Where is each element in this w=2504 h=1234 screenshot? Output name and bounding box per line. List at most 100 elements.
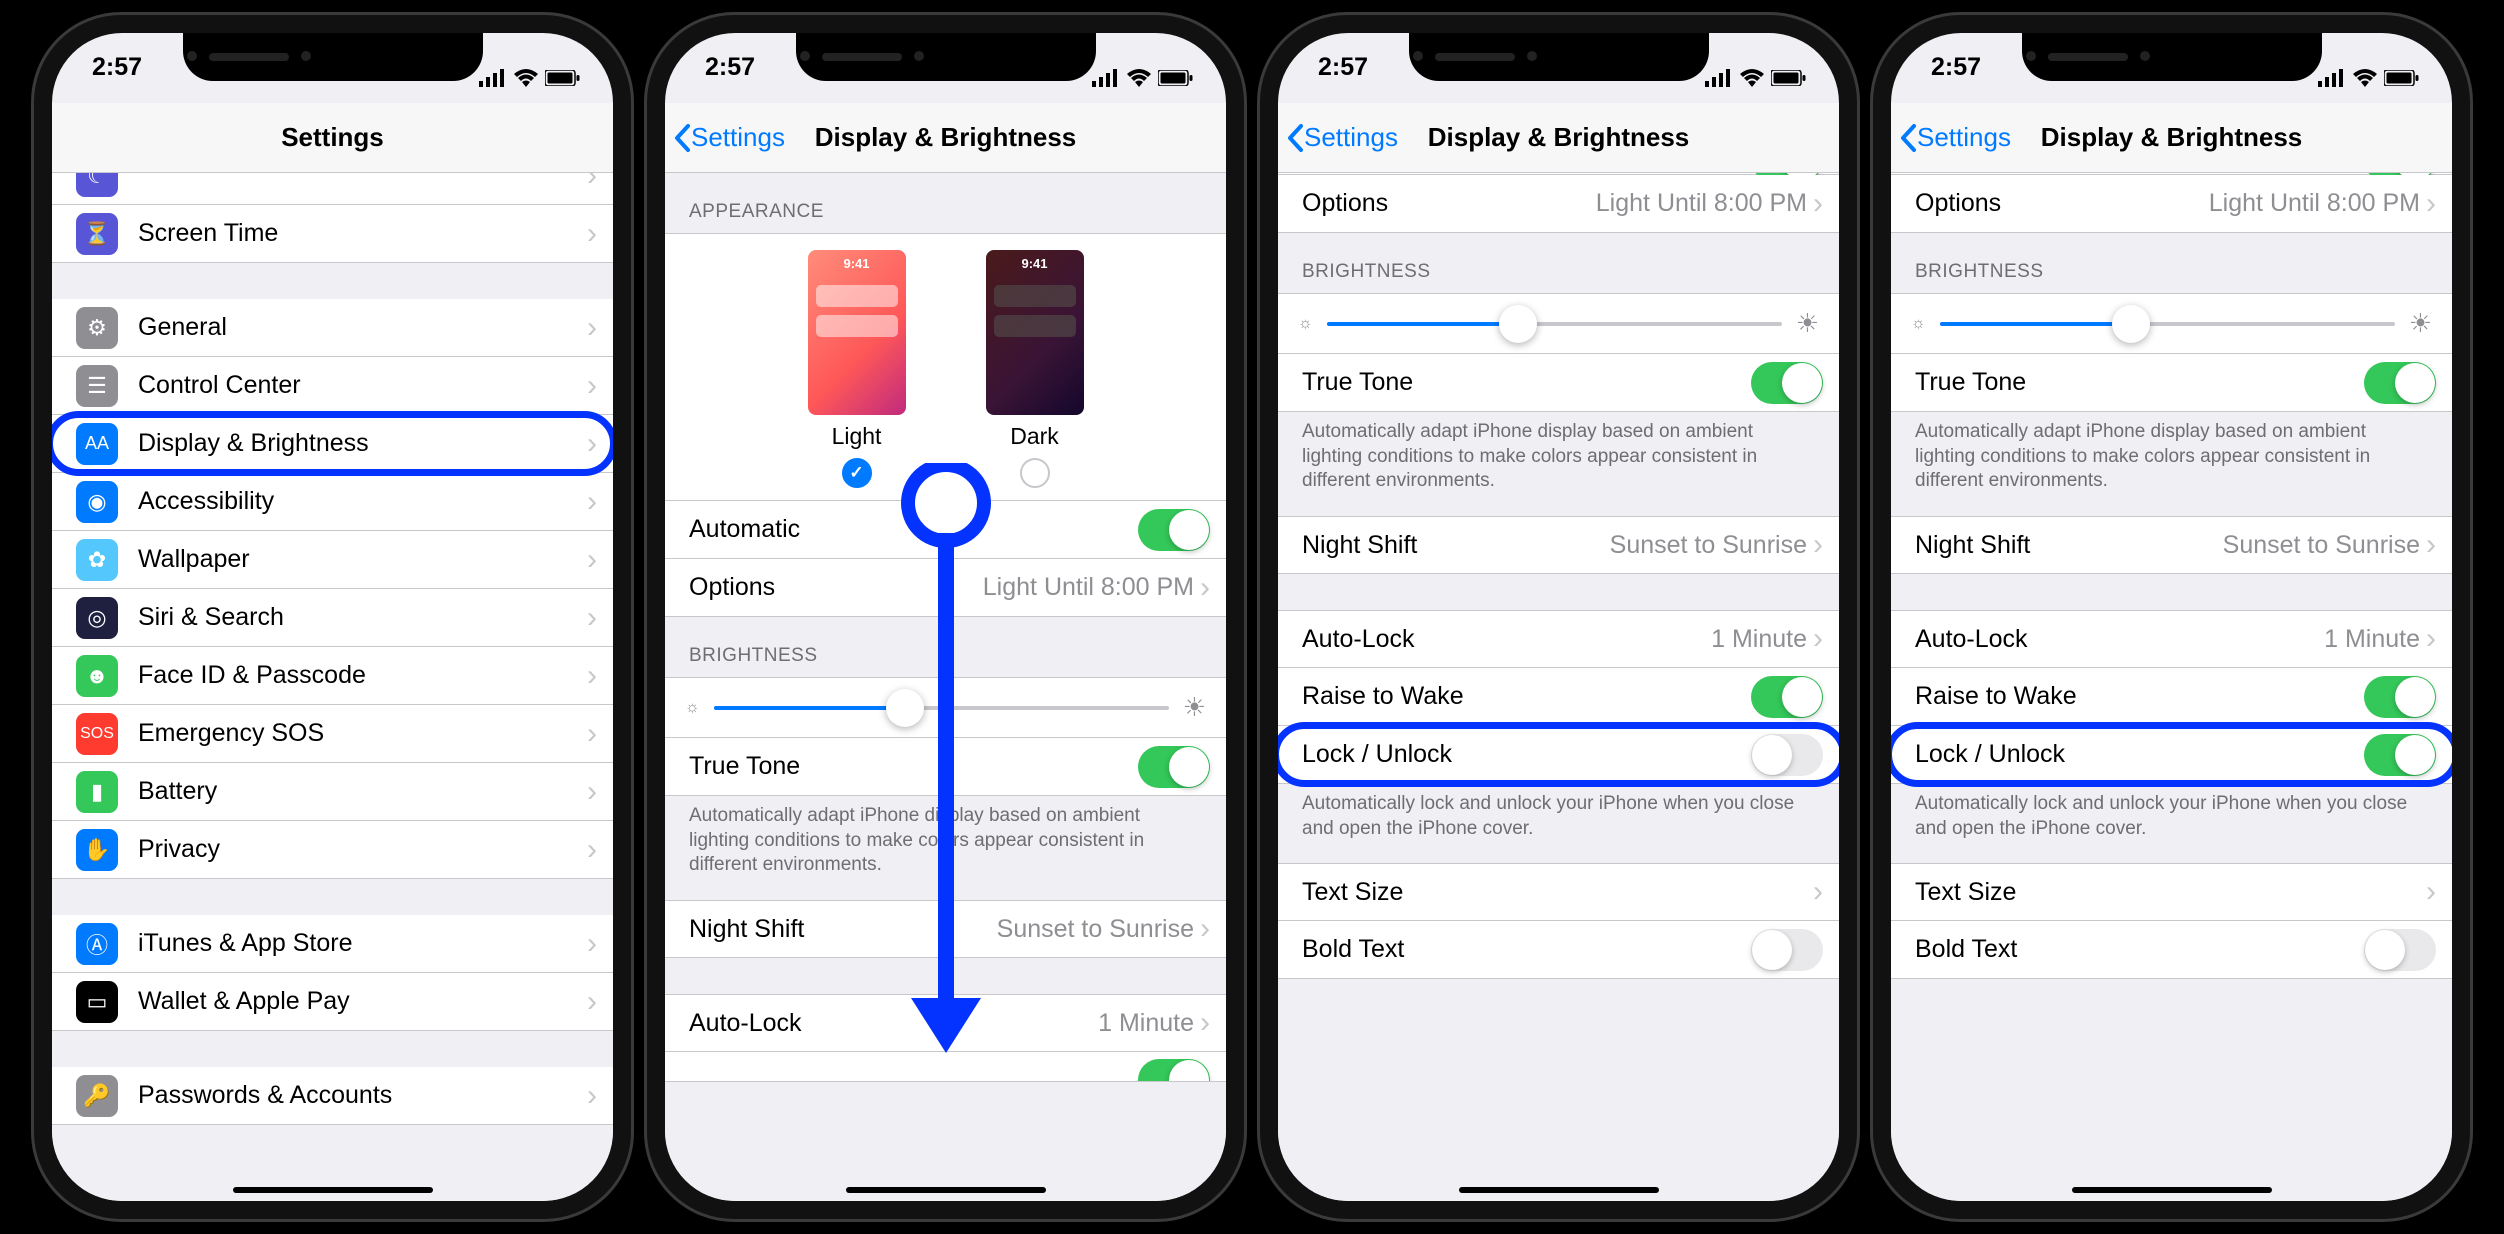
autolock-row[interactable]: Auto-Lock 1 Minute › — [1278, 610, 1839, 668]
automatic-row[interactable]: Automatic — [665, 501, 1226, 559]
settings-row-wallpaper[interactable]: ✿ Wallpaper › — [52, 531, 613, 589]
bold-text-toggle[interactable] — [2364, 929, 2436, 971]
autolock-row[interactable]: Auto-Lock 1 Minute › — [1891, 610, 2452, 668]
sun-small-icon: ☼ — [1298, 315, 1313, 333]
raise-to-wake-toggle[interactable] — [2364, 676, 2436, 718]
toggle[interactable] — [1138, 1059, 1210, 1083]
cell-label: Face ID & Passcode — [138, 661, 581, 690]
nightshift-row[interactable]: Night Shift Sunset to Sunrise › — [1278, 516, 1839, 574]
chevron-icon: › — [587, 311, 597, 345]
partial-next-row[interactable] — [665, 1052, 1226, 1082]
truetone-row[interactable]: True Tone — [1278, 354, 1839, 412]
automatic-toggle[interactable] — [1138, 509, 1210, 551]
settings-row-siri[interactable]: ◎ Siri & Search › — [52, 589, 613, 647]
cell-label: Display & Brightness — [138, 429, 581, 458]
wifi-icon — [1126, 69, 1152, 87]
settings-row-display-brightness[interactable]: AA Display & Brightness › — [52, 415, 613, 473]
brightness-slider[interactable] — [714, 706, 1169, 710]
settings-row-do-not-disturb[interactable]: ☾ › — [52, 173, 613, 205]
content[interactable]: Options Light Until 8:00 PM › BRIGHTNESS… — [1891, 173, 2452, 1201]
notch — [183, 33, 483, 81]
dark-radio[interactable] — [1020, 458, 1050, 488]
bold-text-toggle[interactable] — [1751, 929, 1823, 971]
back-button[interactable]: Settings — [1286, 122, 1398, 153]
settings-row-passwords[interactable]: 🔑 Passwords & Accounts › — [52, 1067, 613, 1125]
raise-to-wake-row[interactable]: Raise to Wake — [1891, 668, 2452, 726]
settings-row-control-center[interactable]: ☰ Control Center › — [52, 357, 613, 415]
chevron-icon: › — [1813, 187, 1823, 221]
settings-row-faceid[interactable]: ☻ Face ID & Passcode › — [52, 647, 613, 705]
truetone-row[interactable]: True Tone — [1891, 354, 2452, 412]
cell-label: Screen Time — [138, 219, 581, 248]
settings-row-screen-time[interactable]: ⏳ Screen Time › — [52, 205, 613, 263]
light-radio[interactable] — [842, 458, 872, 488]
home-indicator[interactable] — [2072, 1187, 2272, 1193]
raise-to-wake-toggle[interactable] — [1751, 676, 1823, 718]
bold-text-row[interactable]: Bold Text — [1891, 921, 2452, 979]
brightness-slider-row: ☼ ☀ — [1891, 293, 2452, 354]
content[interactable]: APPEARANCE 9:41 Light 9:41 — [665, 173, 1226, 1201]
cell-label: Wallpaper — [138, 545, 581, 574]
brightness-slider[interactable] — [1940, 322, 2395, 326]
text-size-row[interactable]: Text Size › — [1891, 863, 2452, 921]
nightshift-detail: Sunset to Sunrise — [997, 915, 1194, 944]
appearance-light[interactable]: 9:41 Light — [808, 250, 906, 488]
brightness-slider[interactable] — [1327, 322, 1782, 326]
chevron-left-icon — [1286, 123, 1306, 153]
cell-label: Control Center — [138, 371, 581, 400]
bold-text-row[interactable]: Bold Text — [1278, 921, 1839, 979]
chevron-icon: › — [1200, 912, 1210, 946]
lock-unlock-row[interactable]: Lock / Unlock — [1278, 726, 1839, 784]
chevron-left-icon — [673, 123, 693, 153]
brightness-header: BRIGHTNESS — [1278, 233, 1839, 293]
nightshift-row[interactable]: Night Shift Sunset to Sunrise › — [665, 900, 1226, 958]
home-indicator[interactable] — [1459, 1187, 1659, 1193]
lock-unlock-row[interactable]: Lock / Unlock — [1891, 726, 2452, 784]
raise-to-wake-row[interactable]: Raise to Wake — [1278, 668, 1839, 726]
wifi-icon — [2352, 69, 2378, 87]
phone-1: 2:57 Settings ☾ › ⏳ Screen Time › — [31, 12, 634, 1222]
brightness-slider-row: ☼ ☀ — [1278, 293, 1839, 354]
status-time: 2:57 — [1318, 53, 1368, 103]
nav-title: Settings — [281, 122, 384, 153]
truetone-toggle[interactable] — [1751, 362, 1823, 404]
back-button[interactable]: Settings — [1899, 122, 2011, 153]
nav-bar: Settings Display & Brightness — [665, 103, 1226, 173]
options-row[interactable]: Options Light Until 8:00 PM › — [665, 559, 1226, 617]
text-size-row[interactable]: Text Size › — [1278, 863, 1839, 921]
status-indicators — [2318, 53, 2420, 103]
settings-row-emergency-sos[interactable]: SOS Emergency SOS › — [52, 705, 613, 763]
home-indicator[interactable] — [846, 1187, 1046, 1193]
content[interactable]: ☾ › ⏳ Screen Time › ⚙︎ General › ☰ Contr… — [52, 173, 613, 1201]
settings-row-general[interactable]: ⚙︎ General › — [52, 299, 613, 357]
options-row[interactable]: Options Light Until 8:00 PM › — [1278, 175, 1839, 233]
signal-icon — [479, 69, 507, 87]
options-row[interactable]: Options Light Until 8:00 PM › — [1891, 175, 2452, 233]
nav-title: Display & Brightness — [1428, 122, 1690, 153]
back-button[interactable]: Settings — [673, 122, 785, 153]
chevron-icon: › — [587, 543, 597, 577]
lock-unlock-toggle[interactable] — [1751, 734, 1823, 776]
autolock-row[interactable]: Auto-Lock 1 Minute › — [665, 994, 1226, 1052]
autolock-label: Auto-Lock — [1915, 625, 2324, 654]
lock-unlock-toggle[interactable] — [2364, 734, 2436, 776]
appstore-icon: Ⓐ — [76, 923, 118, 965]
dark-thumbnail: 9:41 — [986, 250, 1084, 415]
truetone-toggle[interactable] — [1138, 746, 1210, 788]
truetone-row[interactable]: True Tone — [665, 738, 1226, 796]
appearance-dark[interactable]: 9:41 Dark — [986, 250, 1084, 488]
nightshift-row[interactable]: Night Shift Sunset to Sunrise › — [1891, 516, 2452, 574]
home-indicator[interactable] — [233, 1187, 433, 1193]
settings-row-accessibility[interactable]: ◉ Accessibility › — [52, 473, 613, 531]
settings-row-privacy[interactable]: ✋ Privacy › — [52, 821, 613, 879]
settings-row-wallet[interactable]: ▭ Wallet & Apple Pay › — [52, 973, 613, 1031]
content[interactable]: Options Light Until 8:00 PM › BRIGHTNESS… — [1278, 173, 1839, 1201]
settings-row-itunes[interactable]: Ⓐ iTunes & App Store › — [52, 915, 613, 973]
chevron-icon: › — [1813, 875, 1823, 909]
settings-row-battery[interactable]: ▮ Battery › — [52, 763, 613, 821]
dark-label: Dark — [1010, 423, 1059, 450]
sliders-icon: ☰ — [76, 365, 118, 407]
battery-icon — [1158, 70, 1194, 86]
truetone-toggle[interactable] — [2364, 362, 2436, 404]
chevron-icon: › — [587, 927, 597, 961]
